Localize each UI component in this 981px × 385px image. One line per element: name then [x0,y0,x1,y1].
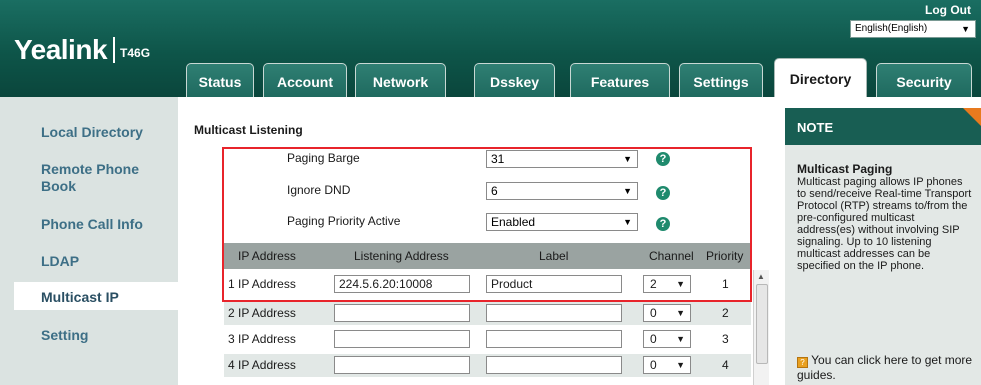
channel-value: 0 [650,358,657,372]
logo-divider [113,37,116,63]
guide-book-icon: ? [797,357,808,368]
priority-value: 4 [722,358,729,372]
header-bar: Yealink T46G Log Out English(English) ▼ S… [0,0,981,97]
listening-address-input[interactable] [334,304,470,322]
table-scrollbar[interactable]: ▲ [753,270,769,385]
chevron-down-icon: ▼ [676,308,685,318]
channel-select[interactable]: 0 ▼ [643,330,691,348]
sidebar-item-phone-call-info[interactable]: Phone Call Info [41,216,143,233]
sidebar-item-local-directory[interactable]: Local Directory [41,124,143,141]
label-input[interactable] [486,304,622,322]
guide-text[interactable]: You can click here to get more guides. [797,353,972,382]
priority-value: 2 [722,306,729,320]
tab-features[interactable]: Features [570,63,670,97]
sidebar: Local Directory Remote Phone Book Phone … [0,97,178,385]
channel-select[interactable]: 0 ▼ [643,304,691,322]
note-body: Multicast paging allows IP phones to sen… [797,176,972,272]
highlight-box [222,147,752,302]
table-row: 2 IP Address 0 ▼ 2 [224,302,751,325]
tab-security[interactable]: Security [876,63,972,97]
model-label: T46G [120,46,151,60]
ip-address-name: 2 IP Address [228,306,296,320]
ip-address-name: 3 IP Address [228,332,296,346]
listening-address-input[interactable] [334,356,470,374]
guide-link[interactable]: ? You can click here to get more guides. [797,353,977,383]
sidebar-item-ldap[interactable]: LDAP [41,253,79,270]
table-row: 4 IP Address 0 ▼ 4 [224,354,751,377]
scroll-up-icon[interactable]: ▲ [757,272,765,281]
label-input[interactable] [486,356,622,374]
tab-status[interactable]: Status [186,63,254,97]
sidebar-item-multicast-ip[interactable]: Multicast IP [14,282,178,310]
brand-logo: Yealink T46G [14,34,150,66]
note-subtitle: Multicast Paging [797,162,893,176]
tab-dsskey[interactable]: Dsskey [474,63,555,97]
scrollbar-thumb[interactable] [756,284,768,364]
tab-account[interactable]: Account [263,63,347,97]
note-title: NOTE [797,120,834,135]
ip-address-name: 4 IP Address [228,358,296,372]
chevron-down-icon: ▼ [676,334,685,344]
chevron-down-icon: ▼ [961,24,970,34]
brand-name: Yealink [14,34,108,65]
priority-value: 3 [722,332,729,346]
tab-directory[interactable]: Directory [774,58,867,97]
note-panel: NOTE Multicast Paging Multicast paging a… [785,108,981,385]
channel-select[interactable]: 0 ▼ [643,356,691,374]
tab-network[interactable]: Network [355,63,446,97]
sidebar-item-setting[interactable]: Setting [41,327,88,344]
label-input[interactable] [486,330,622,348]
language-value: English(English) [855,23,928,34]
channel-value: 0 [650,332,657,346]
note-header: NOTE [785,108,981,145]
sidebar-item-remote-phone-book[interactable]: Remote Phone Book [41,161,161,195]
logout-link[interactable]: Log Out [925,3,971,17]
corner-fold-icon [963,108,981,126]
section-title: Multicast Listening [194,123,303,137]
listening-address-input[interactable] [334,330,470,348]
tab-settings[interactable]: Settings [679,63,763,97]
language-select[interactable]: English(English) ▼ [850,20,976,38]
table-row: 3 IP Address 0 ▼ 3 [224,328,751,351]
channel-value: 0 [650,306,657,320]
chevron-down-icon: ▼ [676,360,685,370]
